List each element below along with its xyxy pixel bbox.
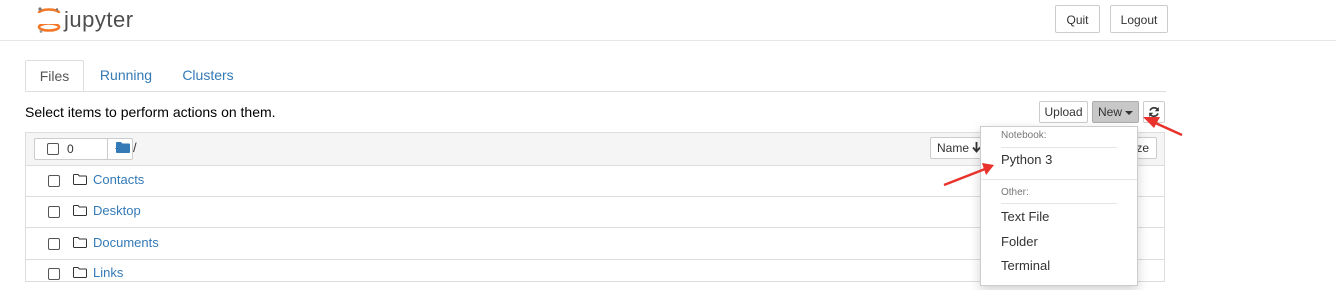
- quit-button[interactable]: Quit: [1055, 5, 1100, 33]
- item-name-link[interactable]: Desktop: [93, 203, 141, 218]
- section-divider: [1001, 147, 1117, 148]
- selection-notice: Select items to perform actions on them.: [25, 104, 276, 120]
- new-folder[interactable]: Folder: [1001, 234, 1038, 249]
- new-dropdown-button[interactable]: New: [1092, 101, 1139, 123]
- new-terminal[interactable]: Terminal: [1001, 258, 1050, 273]
- sort-label: Name: [937, 141, 970, 155]
- item-checkbox[interactable]: [48, 175, 60, 187]
- caret-down-icon: [1125, 110, 1133, 115]
- tab-files[interactable]: Files: [25, 60, 84, 91]
- logo-text: jupyter: [64, 7, 134, 32]
- folder-icon: [73, 174, 87, 185]
- item-checkbox[interactable]: [48, 268, 60, 280]
- jupyter-logo-icon: [36, 7, 62, 33]
- section-divider: [1001, 203, 1117, 204]
- jupyter-logo[interactable]: jupyter: [36, 5, 134, 35]
- folder-solid-icon: [116, 142, 130, 153]
- tab-bar: Files Running Clusters: [25, 60, 1166, 92]
- top-header: jupyter Quit Logout: [0, 0, 1336, 41]
- new-text-file[interactable]: Text File: [1001, 209, 1049, 224]
- menu-separator: [981, 179, 1137, 180]
- notebook-section-header: Notebook:: [1001, 130, 1047, 141]
- item-name-link[interactable]: Contacts: [93, 172, 144, 187]
- folder-icon: [73, 205, 87, 216]
- new-python3-notebook[interactable]: Python 3: [1001, 152, 1052, 167]
- tab-running[interactable]: Running: [91, 60, 161, 91]
- size-label: ze: [1136, 141, 1149, 155]
- select-all-control[interactable]: 0: [34, 138, 108, 160]
- refresh-button[interactable]: [1143, 101, 1165, 123]
- breadcrumb-root[interactable]: /: [133, 140, 137, 155]
- upload-button[interactable]: Upload: [1039, 101, 1088, 123]
- item-name-link[interactable]: Links: [93, 265, 123, 280]
- item-checkbox[interactable]: [48, 206, 60, 218]
- item-checkbox[interactable]: [48, 238, 60, 250]
- other-section-header: Other:: [1001, 187, 1029, 198]
- logout-button[interactable]: Logout: [1110, 5, 1168, 33]
- item-name-link[interactable]: Documents: [93, 235, 159, 250]
- tab-clusters[interactable]: Clusters: [175, 60, 241, 91]
- new-button-label: New: [1097, 105, 1122, 119]
- selected-count: 0: [67, 142, 74, 156]
- folder-icon: [73, 267, 87, 278]
- refresh-icon: [1149, 107, 1159, 117]
- folder-icon: [73, 237, 87, 248]
- new-dropdown-menu: Notebook: Python 3 Other: Text File Fold…: [980, 126, 1138, 286]
- select-all-checkbox[interactable]: [47, 143, 59, 155]
